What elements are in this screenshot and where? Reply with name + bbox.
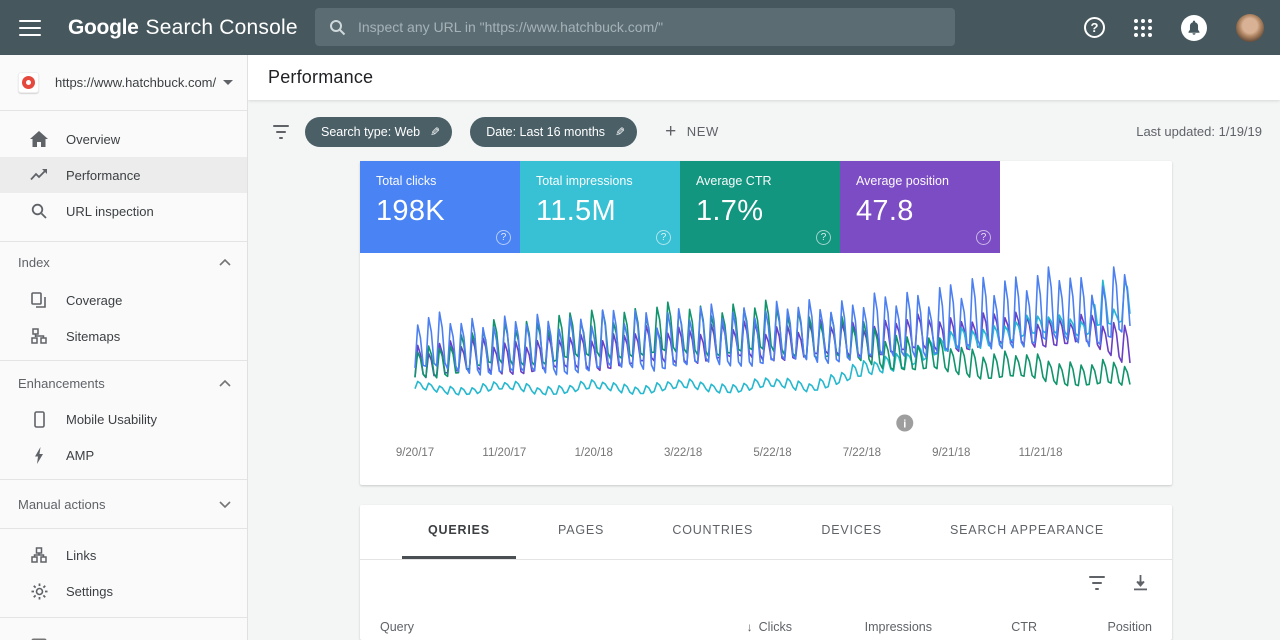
- download-icon[interactable]: [1133, 575, 1148, 591]
- lightning-bolt-icon: [30, 447, 48, 464]
- sidebar-item-overview[interactable]: Overview: [0, 121, 247, 157]
- tab-countries[interactable]: COUNTRIES: [646, 505, 779, 559]
- column-ctr[interactable]: CTR: [932, 620, 1037, 634]
- url-inspection-searchbar[interactable]: [315, 8, 955, 46]
- performance-line-chart: i: [360, 253, 1172, 438]
- column-impressions[interactable]: Impressions: [792, 620, 932, 634]
- sidebar-item-links[interactable]: Links: [0, 537, 247, 573]
- filter-bar: Search type: Web ✎ Date: Last 16 months …: [248, 100, 1280, 147]
- sidebar-section-index[interactable]: Index: [0, 242, 247, 282]
- x-axis-label: 5/22/18: [753, 447, 791, 459]
- x-axis-label: 3/22/18: [664, 447, 702, 459]
- dimensions-table-card: QUERIES PAGES COUNTRIES DEVICES SEARCH A…: [360, 505, 1172, 640]
- help-icon[interactable]: ?: [1084, 17, 1105, 38]
- tab-search-appearance[interactable]: SEARCH APPEARANCE: [924, 505, 1130, 559]
- chevron-down-icon: [223, 80, 233, 85]
- series-impressions: [415, 280, 1130, 395]
- sidebar: https://www.hatchbuck.com/ Overview Perf…: [0, 55, 248, 640]
- gear-icon: [30, 583, 48, 600]
- table-tabs: QUERIES PAGES COUNTRIES DEVICES SEARCH A…: [360, 505, 1172, 560]
- trending-up-icon: [30, 169, 48, 181]
- new-filter-button[interactable]: + NEW: [665, 121, 719, 143]
- sitemap-icon: [30, 328, 48, 344]
- user-avatar[interactable]: [1236, 14, 1264, 42]
- column-clicks-sorted[interactable]: ↓Clicks: [642, 620, 792, 634]
- chevron-down-icon: [219, 501, 231, 508]
- logo-product: Search Console: [146, 16, 298, 39]
- tab-pages[interactable]: PAGES: [532, 505, 630, 559]
- sidebar-item-url-inspection[interactable]: URL inspection: [0, 193, 247, 229]
- metric-average-position[interactable]: Average position 47.8 ?: [840, 161, 1000, 253]
- x-axis-label: 9/21/18: [932, 447, 970, 459]
- metric-average-ctr[interactable]: Average CTR 1.7% ?: [680, 161, 840, 253]
- sidebar-item-submit-feedback[interactable]: Submit feedback: [0, 628, 247, 640]
- x-axis-label: 11/21/18: [1019, 447, 1063, 459]
- last-updated-text: Last updated: 1/19/19: [1136, 124, 1262, 139]
- column-query[interactable]: Query: [380, 620, 642, 634]
- app-logo: Google Search Console: [68, 16, 298, 40]
- sidebar-item-amp[interactable]: AMP: [0, 437, 247, 473]
- performance-chart-card: Total clicks 198K ? Total impressions 11…: [360, 161, 1172, 485]
- coverage-pages-icon: [30, 292, 48, 309]
- menu-icon[interactable]: [19, 20, 41, 36]
- chip-search-type[interactable]: Search type: Web ✎: [305, 117, 452, 147]
- property-selector[interactable]: https://www.hatchbuck.com/: [0, 55, 247, 111]
- notifications-bell-icon[interactable]: [1181, 15, 1207, 41]
- top-app-bar: Google Search Console ?: [0, 0, 1280, 55]
- sidebar-item-performance[interactable]: Performance: [0, 157, 247, 193]
- metric-total-impressions[interactable]: Total impressions 11.5M ?: [520, 161, 680, 253]
- home-icon: [30, 131, 48, 147]
- x-axis-label: 1/20/18: [575, 447, 613, 459]
- logo-google: Google: [68, 16, 139, 39]
- search-icon: [329, 19, 346, 36]
- chip-date-range[interactable]: Date: Last 16 months ✎: [470, 117, 637, 147]
- edit-pencil-icon: ✎: [615, 125, 625, 139]
- tab-devices[interactable]: DEVICES: [795, 505, 907, 559]
- mobile-phone-icon: [30, 411, 48, 428]
- sidebar-section-enhancements[interactable]: Enhancements: [0, 361, 247, 401]
- property-favicon: [18, 72, 39, 93]
- sidebar-section-manual-actions[interactable]: Manual actions: [0, 480, 247, 528]
- property-url: https://www.hatchbuck.com/: [55, 75, 223, 90]
- filter-icon[interactable]: [272, 125, 290, 139]
- tab-queries[interactable]: QUERIES: [402, 505, 516, 559]
- x-axis-label: 11/20/17: [482, 447, 526, 459]
- metrics-row: Total clicks 198K ? Total impressions 11…: [360, 161, 1172, 253]
- sidebar-item-mobile-usability[interactable]: Mobile Usability: [0, 401, 247, 437]
- x-axis-label: 7/22/18: [843, 447, 881, 459]
- column-position[interactable]: Position: [1037, 620, 1152, 634]
- table-toolbar: [360, 560, 1172, 606]
- page-titlebar: Performance: [248, 55, 1280, 100]
- search-input[interactable]: [358, 19, 955, 35]
- x-axis-label: 9/20/17: [396, 447, 434, 459]
- chevron-up-icon: [219, 259, 231, 266]
- help-icon[interactable]: ?: [816, 230, 831, 245]
- google-apps-icon[interactable]: [1134, 19, 1152, 37]
- help-icon[interactable]: ?: [976, 230, 991, 245]
- sidebar-item-settings[interactable]: Settings: [0, 573, 247, 609]
- plus-icon: +: [665, 121, 677, 143]
- magnifier-icon: [30, 203, 48, 219]
- table-header-row: Query ↓Clicks Impressions CTR Position: [360, 606, 1172, 640]
- page-title: Performance: [268, 67, 373, 88]
- help-icon[interactable]: ?: [496, 230, 511, 245]
- main-content: Performance Search type: Web ✎ Date: Las…: [248, 55, 1280, 640]
- annotation-glyph: i: [903, 418, 906, 430]
- sidebar-item-coverage[interactable]: Coverage: [0, 282, 247, 318]
- chart-x-axis: 9/20/17 11/20/17 1/20/18 3/22/18 5/22/18 7/22…: [360, 443, 1172, 469]
- edit-pencil-icon: ✎: [430, 125, 440, 139]
- table-filter-icon[interactable]: [1088, 576, 1106, 590]
- sidebar-item-sitemaps[interactable]: Sitemaps: [0, 318, 247, 354]
- help-icon[interactable]: ?: [656, 230, 671, 245]
- links-icon: [30, 547, 48, 563]
- chevron-up-icon: [219, 380, 231, 387]
- metric-total-clicks[interactable]: Total clicks 198K ?: [360, 161, 520, 253]
- sort-desc-icon: ↓: [747, 620, 753, 634]
